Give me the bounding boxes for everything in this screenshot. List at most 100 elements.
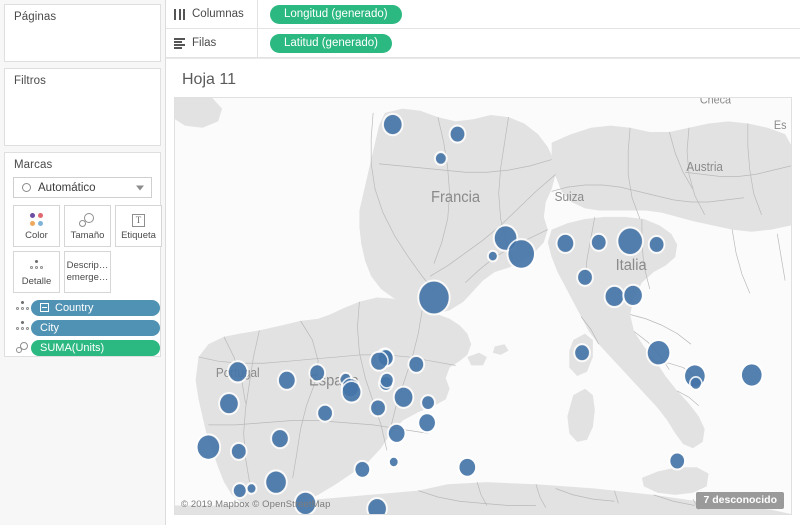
map-mark[interactable] — [591, 234, 606, 250]
map-label-es: Es — [774, 119, 787, 131]
map-mark[interactable] — [459, 458, 476, 476]
map-mark[interactable] — [388, 424, 405, 442]
detail-dots-icon — [13, 321, 31, 334]
map-svg: FranciaSuizaItaliaAustriaChecaEsPortugal… — [175, 98, 791, 514]
map-mark[interactable] — [741, 364, 762, 386]
chevron-down-icon[interactable] — [136, 185, 144, 190]
map-mark[interactable] — [450, 126, 465, 142]
map-mark[interactable] — [228, 362, 247, 382]
map-label-checa: Checa — [700, 98, 732, 106]
map-mark[interactable] — [278, 371, 295, 389]
map-mark[interactable] — [605, 286, 624, 306]
map-mark[interactable] — [220, 394, 238, 414]
map-mark[interactable] — [231, 443, 246, 459]
map-mark[interactable] — [578, 269, 592, 285]
rows-shelf-dropzone[interactable]: Latitud (generado) — [258, 29, 800, 57]
map-mark[interactable] — [247, 484, 256, 493]
map-mark[interactable] — [624, 285, 642, 305]
marks-property-buttons: Color Tamaño T Etiqueta Detalle Descrip…… — [13, 205, 163, 293]
map-attribution: © 2019 Mapbox © OpenStreetMap — [181, 499, 331, 510]
marks-color-button[interactable]: Color — [13, 205, 60, 247]
map-label-francia: Francia — [431, 188, 480, 206]
pill-longitud[interactable]: Longitud (generado) — [270, 4, 402, 24]
map-mark[interactable] — [394, 387, 413, 407]
map-mark[interactable] — [419, 281, 449, 314]
map-mark[interactable] — [233, 484, 246, 498]
rows-shelf-label: Filas — [166, 29, 258, 57]
map-mark[interactable] — [690, 378, 701, 389]
map-mark[interactable] — [670, 453, 685, 469]
map-mark[interactable] — [310, 365, 325, 381]
map-mark[interactable] — [342, 382, 361, 402]
map-mark[interactable] — [318, 405, 332, 421]
map-mark[interactable] — [618, 228, 642, 254]
pill-city[interactable]: City — [31, 319, 160, 336]
map-mark[interactable] — [355, 462, 370, 477]
pill-suma-units-label: SUMA(Units) — [40, 341, 105, 354]
pill-suma-units[interactable]: SUMA(Units) — [31, 339, 160, 356]
marks-size-label: Tamaño — [70, 230, 105, 241]
map-mark[interactable] — [575, 345, 589, 361]
marks-tooltip-label-line2: emerge… — [66, 272, 109, 283]
map-mark[interactable] — [383, 114, 402, 135]
rows-shelf[interactable]: Filas Latitud (generado) — [166, 29, 800, 58]
marks-color-label: Color — [25, 230, 48, 241]
map-mark[interactable] — [197, 435, 220, 459]
marks-pill-row-country[interactable]: Country — [13, 299, 160, 316]
filters-shelf-title: Filtros — [14, 75, 47, 87]
map-mark[interactable] — [371, 352, 387, 370]
mark-type-value: Automático — [38, 181, 96, 194]
tableau-worksheet-window: Páginas Filtros Marcas Automático Color — [0, 0, 800, 525]
marks-detail-button[interactable]: Detalle — [13, 251, 60, 293]
map-mark[interactable] — [557, 234, 574, 252]
expand-toggle-icon[interactable] — [40, 303, 49, 312]
marks-pill-row-units[interactable]: SUMA(Units) — [13, 339, 160, 356]
unknown-locations-badge[interactable]: 7 desconocido — [696, 492, 784, 509]
map-mark[interactable] — [419, 414, 435, 432]
marks-pill-row-city[interactable]: City — [13, 319, 160, 336]
map-canvas[interactable]: FranciaSuizaItaliaAustriaChecaEsPortugal… — [174, 97, 792, 515]
mark-type-dropdown[interactable]: Automático — [13, 177, 152, 198]
columns-shelf-text: Columnas — [192, 8, 244, 20]
columns-shelf-label: Columnas — [166, 0, 258, 28]
columns-icon — [174, 8, 185, 20]
marks-tooltip-button[interactable]: Descrip… emerge… — [64, 251, 111, 293]
map-mark[interactable] — [371, 400, 385, 416]
map-mark[interactable] — [649, 237, 664, 252]
size-circles-icon — [13, 341, 31, 354]
pages-shelf-title: Páginas — [14, 11, 57, 23]
detail-dots-icon — [13, 301, 31, 314]
map-mark[interactable] — [272, 430, 288, 448]
pill-city-label: City — [40, 321, 59, 334]
pill-latitud[interactable]: Latitud (generado) — [270, 33, 392, 53]
color-dots-icon — [29, 210, 44, 230]
marks-label-label: Etiqueta — [121, 230, 156, 241]
marks-size-button[interactable]: Tamaño — [64, 205, 111, 247]
rows-icon — [174, 37, 185, 49]
map-mark[interactable] — [266, 471, 286, 493]
map-label-austria: Austria — [686, 160, 723, 175]
map-mark[interactable] — [435, 153, 446, 164]
map-mark[interactable] — [422, 396, 434, 409]
mark-type-circle-icon — [22, 183, 31, 192]
pill-country[interactable]: Country — [31, 299, 160, 316]
marks-card: Marcas Automático Color Tamaño T Etiquet… — [4, 152, 163, 357]
map-mark[interactable] — [488, 251, 497, 261]
marks-tooltip-label-line1: Descrip… — [66, 260, 109, 271]
marks-label-button[interactable]: T Etiqueta — [115, 205, 162, 247]
map-label-suiza: Suiza — [555, 190, 585, 205]
columns-shelf-dropzone[interactable]: Longitud (generado) — [258, 0, 800, 28]
map-mark[interactable] — [508, 240, 535, 268]
map-mark[interactable] — [389, 457, 398, 467]
map-mark[interactable] — [647, 341, 670, 365]
left-shelf-pane: Páginas Filtros Marcas Automático Color — [0, 0, 166, 525]
map-mark[interactable] — [409, 356, 424, 372]
view-area: Hoja 11 Francia Suiza Italia Austria Checa Es… — [166, 58, 800, 525]
sheet-title[interactable]: Hoja 11 — [170, 63, 796, 97]
columns-shelf[interactable]: Columnas Longitud (generado) — [166, 0, 800, 29]
filters-shelf-card[interactable]: Filtros — [4, 68, 161, 146]
marks-pill-list: Country City SUMA(Units) — [13, 299, 160, 356]
pages-shelf-card[interactable]: Páginas — [4, 4, 161, 62]
rows-shelf-text: Filas — [192, 37, 217, 49]
map-mark[interactable] — [380, 373, 393, 387]
